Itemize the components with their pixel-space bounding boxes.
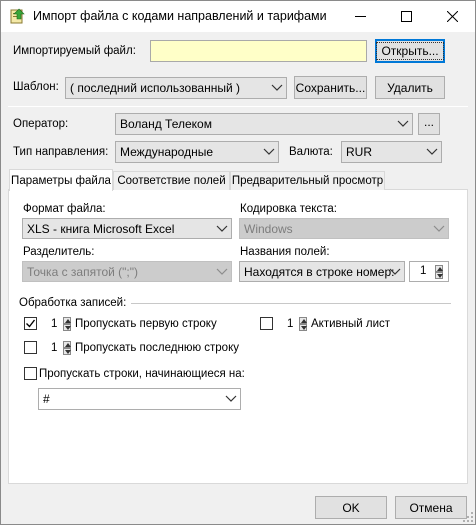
window-title: Импорт файла с кодами направлений и тари… — [33, 9, 327, 23]
fieldnames-row-value: 1 — [420, 265, 427, 277]
template-select[interactable]: ( последний использованный ) — [65, 77, 287, 99]
skip-last-checkbox[interactable] — [24, 341, 37, 354]
tab-file-params[interactable]: Параметры файла — [9, 169, 113, 191]
skip-first-checkbox[interactable] — [24, 317, 37, 330]
active-sheet-label[interactable]: Активный лист — [311, 318, 390, 330]
tab-field-mapping[interactable]: Соответствие полей — [113, 171, 230, 190]
chevron-down-icon — [271, 84, 283, 91]
spin-down-icon[interactable] — [63, 324, 71, 331]
title-bar[interactable]: Импорт файла с кодами направлений и тари… — [1, 1, 475, 32]
ok-button[interactable]: OK — [315, 496, 387, 519]
import-dialog: Импорт файла с кодами направлений и тари… — [0, 0, 476, 525]
active-sheet-count: 1 — [287, 318, 294, 330]
currency-select[interactable]: RUR — [341, 141, 442, 163]
format-label: Формат файла: — [23, 203, 106, 215]
active-sheet-checkbox[interactable] — [260, 317, 273, 330]
template-label: Шаблон: — [13, 81, 59, 93]
direction-select[interactable]: Международные — [115, 141, 279, 163]
processing-group-label: Обработка записей: — [19, 297, 127, 309]
spin-up-icon[interactable] — [299, 317, 307, 324]
file-label: Импортируемый файл: — [13, 45, 136, 57]
spin-down-icon[interactable] — [63, 348, 71, 355]
skip-first-spin[interactable] — [63, 317, 71, 331]
operator-select[interactable]: Воланд Телеком — [115, 113, 413, 135]
chevron-down-icon — [397, 120, 409, 127]
chevron-down-icon — [426, 148, 438, 155]
currency-select-value: RUR — [346, 145, 372, 159]
file-path-input[interactable] — [150, 40, 367, 62]
separator-label: Разделитель: — [23, 246, 95, 258]
format-select-value: XLS - книга Microsoft Excel — [27, 221, 175, 236]
import-app-icon — [9, 8, 25, 24]
fieldnames-row-stepper[interactable]: 1 — [409, 261, 449, 282]
skip-last-spin[interactable] — [63, 341, 71, 355]
open-file-button[interactable]: Открыть... — [375, 39, 445, 63]
separator-select-value: Точка с запятой (";") — [27, 264, 138, 279]
chevron-down-icon — [433, 225, 445, 232]
minimize-icon — [354, 16, 366, 17]
active-sheet-spin[interactable] — [299, 317, 307, 331]
cancel-button[interactable]: Отмена — [395, 496, 467, 519]
fieldnames-select[interactable]: Находятся в строке номер: — [239, 261, 405, 282]
template-select-value: ( последний использованный ) — [70, 81, 241, 95]
separator — [8, 106, 468, 107]
spin-up-icon[interactable] — [63, 317, 71, 324]
spin-up-icon[interactable] — [63, 341, 71, 348]
fieldnames-row-spin[interactable] — [435, 265, 443, 279]
close-icon — [446, 11, 458, 22]
maximize-icon — [400, 11, 412, 22]
encoding-select[interactable]: Windows — [239, 218, 449, 239]
encoding-select-value: Windows — [244, 221, 293, 236]
processing-group-line — [131, 303, 451, 304]
fieldnames-label: Названия полей: — [240, 246, 330, 258]
direction-label: Тип направления: — [13, 146, 109, 158]
fieldnames-select-value: Находятся в строке номер: — [244, 264, 395, 279]
skip-first-label[interactable]: Пропускать первую строку — [75, 318, 217, 330]
spin-down-icon[interactable] — [299, 324, 307, 331]
skip-last-label[interactable]: Пропускать последнюю строку — [75, 342, 239, 354]
skip-prefix-value: # — [43, 392, 50, 406]
spin-up-icon[interactable] — [435, 265, 443, 272]
separator-select[interactable]: Точка с запятой (";") — [22, 261, 232, 282]
direction-select-value: Международные — [120, 145, 214, 159]
operator-more-button[interactable]: ... — [418, 113, 440, 135]
operator-select-value: Воланд Телеком — [120, 117, 212, 131]
close-button[interactable] — [429, 1, 475, 32]
resize-grip-icon[interactable] — [462, 511, 474, 523]
encoding-label: Кодировка текста: — [240, 203, 337, 215]
skip-first-count: 1 — [51, 318, 58, 330]
spin-down-icon[interactable] — [435, 272, 443, 279]
minimize-button[interactable] — [337, 1, 383, 32]
chevron-down-icon — [225, 395, 237, 402]
skip-prefix-checkbox[interactable] — [24, 367, 37, 380]
chevron-down-icon — [216, 268, 228, 275]
skip-prefix-combo[interactable]: # — [38, 388, 241, 410]
chevron-down-icon — [216, 225, 228, 232]
open-file-button-label: Открыть... — [376, 42, 444, 60]
format-select[interactable]: XLS - книга Microsoft Excel — [22, 218, 232, 239]
tab-preview[interactable]: Предварительный просмотр — [230, 171, 385, 190]
chevron-down-icon — [263, 148, 275, 155]
delete-template-button[interactable]: Удалить — [375, 76, 445, 99]
chevron-down-icon — [389, 268, 401, 275]
currency-label: Валюта: — [289, 146, 333, 158]
operator-label: Оператор: — [13, 118, 69, 130]
maximize-button[interactable] — [383, 1, 429, 32]
save-template-button[interactable]: Сохранить... — [294, 76, 367, 99]
checkmark-icon — [26, 319, 36, 328]
skip-last-count: 1 — [51, 342, 58, 354]
skip-prefix-label[interactable]: Пропускать строки, начинающиеся на: — [39, 368, 245, 380]
